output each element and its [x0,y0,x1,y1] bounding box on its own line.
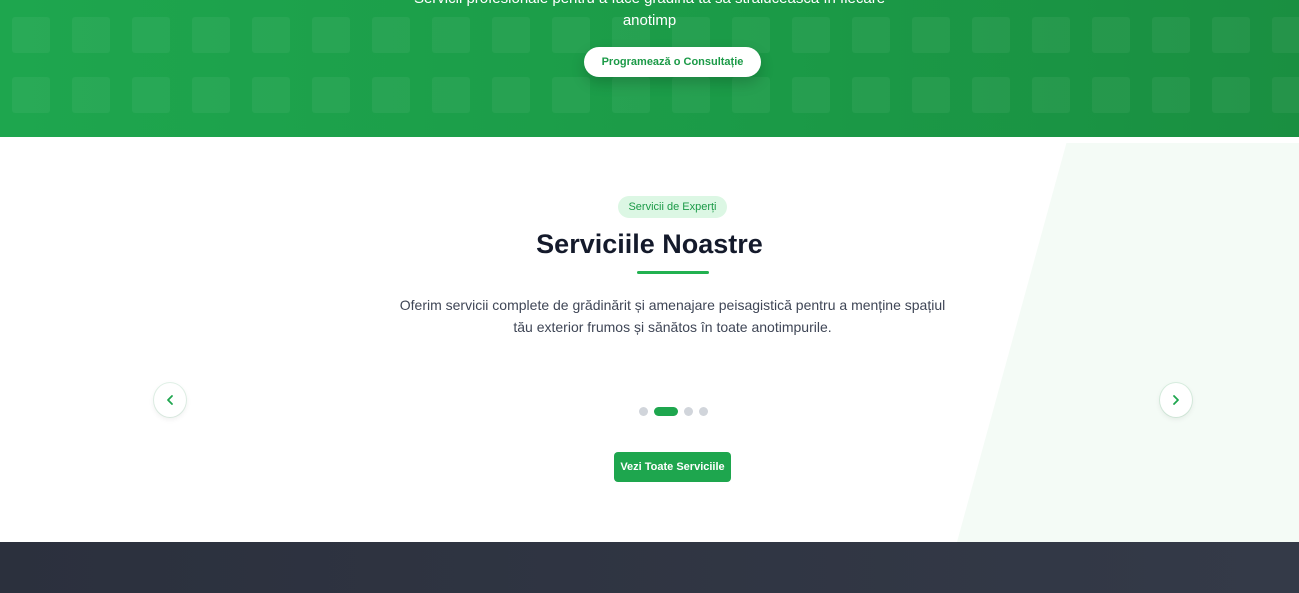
pattern-square [72,77,110,113]
carousel-dot-active[interactable] [654,407,678,416]
carousel-dots [639,407,708,416]
pattern-square [972,77,1010,113]
pattern-square [312,77,350,113]
carousel-dot[interactable] [684,407,693,416]
pattern-square [852,77,890,113]
pattern-square [492,77,530,113]
pattern-square [672,77,710,113]
carousel-prev-button[interactable] [154,383,186,417]
pattern-square [432,77,470,113]
pattern-square [1272,77,1299,113]
pattern-square [552,77,590,113]
hero-subtitle-line-1: Servicii profesionale pentru a face grăd… [0,0,1299,10]
footer-section [0,542,1299,593]
pattern-square [192,77,230,113]
pattern-square [792,77,830,113]
schedule-consultation-button[interactable]: Programează o Consultație [584,47,761,77]
pattern-square [252,77,290,113]
pattern-square [912,77,950,113]
services-section: Servicii de Experți Serviciile Noastre O… [0,137,1299,542]
title-underline [637,271,709,274]
pattern-square [132,77,170,113]
pattern-square [1212,77,1250,113]
section-description: Oferim servicii complete de grădinărit ș… [399,297,946,335]
chevron-right-icon [1173,395,1179,405]
pattern-square [612,77,650,113]
pattern-square [1032,77,1070,113]
chevron-left-icon [167,395,173,405]
carousel-dot[interactable] [639,407,648,416]
pattern-square [732,77,770,113]
hero-subtitle: Servicii profesionale pentru a face grăd… [0,0,1299,32]
services-background-shape [957,143,1299,542]
pattern-square [1092,77,1130,113]
carousel-next-button[interactable] [1160,383,1192,417]
hero-section: Servicii profesionale pentru a face grăd… [0,0,1299,137]
view-all-services-button[interactable]: Vezi Toate Serviciile [614,452,731,482]
pattern-square [12,77,50,113]
section-title: Serviciile Noastre [536,229,763,259]
carousel-dot[interactable] [699,407,708,416]
hero-subtitle-line-2: anotimp [622,12,677,29]
section-badge: Servicii de Experți [618,196,727,218]
pattern-square [372,77,410,113]
pattern-square [1152,77,1190,113]
